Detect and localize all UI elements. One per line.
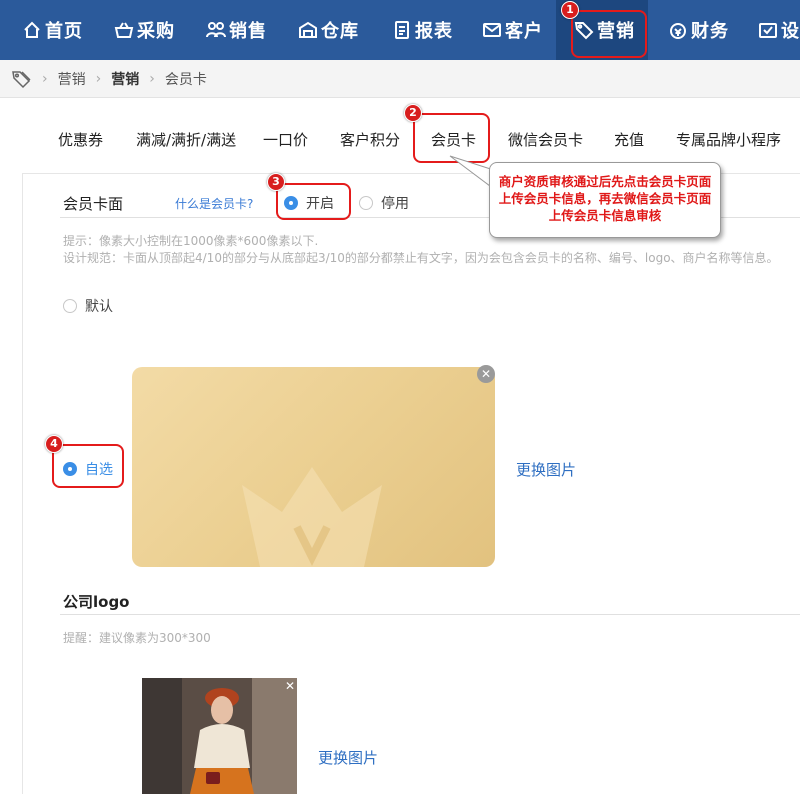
mail-icon bbox=[483, 23, 501, 37]
breadcrumb-item-member-card: 会员卡 bbox=[164, 71, 207, 88]
tab-customer-points[interactable]: 客户积分 bbox=[340, 120, 400, 160]
instruction-callout: 商户资质审核通过后先点击会员卡页面上传会员卡信息，再去微信会员卡页面上传会员卡信… bbox=[489, 162, 721, 238]
basket-icon bbox=[114, 22, 134, 38]
member-card-preview bbox=[132, 367, 495, 567]
tab-full-discount[interactable]: 满减/满折/满送 bbox=[136, 120, 236, 160]
report-icon bbox=[395, 21, 409, 39]
card-face-title: 会员卡面 bbox=[63, 195, 124, 213]
settings-icon bbox=[759, 23, 777, 38]
annotation-box-custom bbox=[52, 444, 124, 488]
tab-mini-program[interactable]: 专属品牌小程序 bbox=[676, 120, 781, 160]
change-card-image-link[interactable]: 更换图片 bbox=[516, 459, 576, 480]
chevron-right-icon: › bbox=[42, 70, 48, 87]
annotation-box-marketing bbox=[571, 10, 647, 58]
breadcrumb-item-marketing-current[interactable]: 营销 bbox=[111, 69, 139, 89]
warehouse-icon bbox=[299, 21, 317, 38]
logo-hint: 提醒：建议像素为300*300 bbox=[63, 631, 211, 645]
chevron-right-icon: › bbox=[149, 70, 155, 87]
home-icon bbox=[24, 21, 40, 38]
crown-watermark-icon bbox=[242, 467, 382, 567]
tab-coupon[interactable]: 优惠券 bbox=[58, 120, 103, 160]
remove-logo-icon[interactable]: ✕ bbox=[281, 677, 299, 695]
nav-home[interactable]: 首页 bbox=[22, 0, 83, 60]
nav-warehouse[interactable]: 仓库 bbox=[298, 0, 359, 60]
nav-purchase[interactable]: 采购 bbox=[114, 0, 175, 60]
what-is-member-card-link[interactable]: 什么是会员卡? bbox=[175, 195, 253, 212]
breadcrumb: › 营销 › 营销 › 会员卡 bbox=[0, 60, 800, 98]
nav-customer[interactable]: 客户 bbox=[482, 0, 543, 60]
tag-icon bbox=[12, 70, 31, 88]
top-nav: 首页 采购 销售 仓库 报表 客户 营销 财务 设 bbox=[0, 0, 800, 60]
people-icon bbox=[206, 22, 226, 38]
change-logo-link[interactable]: 更换图片 bbox=[318, 747, 378, 768]
annotation-badge: 4 bbox=[45, 435, 63, 453]
disable-radio[interactable]: 停用 bbox=[359, 193, 409, 213]
divider bbox=[60, 614, 800, 615]
portrait-photo bbox=[142, 678, 297, 794]
annotation-badge: 1 bbox=[561, 1, 579, 19]
nav-finance[interactable]: 财务 bbox=[668, 0, 729, 60]
annotation-badge: 3 bbox=[267, 173, 285, 191]
hint-size: 提示：像素大小控制在1000像素*600像素以下. bbox=[63, 234, 319, 248]
annotation-badge: 2 bbox=[404, 104, 422, 122]
default-face-radio[interactable]: 默认 bbox=[63, 296, 113, 316]
annotation-box-enable bbox=[276, 183, 351, 220]
tab-fixed-price[interactable]: 一口价 bbox=[263, 120, 308, 160]
nav-settings[interactable]: 设 bbox=[758, 0, 800, 60]
tab-wechat-member-card[interactable]: 微信会员卡 bbox=[508, 120, 583, 160]
coin-icon bbox=[670, 23, 686, 39]
radio-unchecked-icon bbox=[63, 299, 77, 313]
marketing-tabs: 优惠券 满减/满折/满送 一口价 客户积分 会员卡 微信会员卡 充值 专属品牌小… bbox=[0, 120, 800, 160]
hint-design: 设计规范：卡面从顶部起4/10的部分与从底部起3/10的部分都禁止有文字，因为会… bbox=[63, 251, 779, 265]
tab-recharge[interactable]: 充值 bbox=[614, 120, 644, 160]
company-logo-image bbox=[142, 678, 297, 794]
company-logo-title: 公司logo bbox=[63, 593, 130, 611]
chevron-right-icon: › bbox=[95, 70, 102, 87]
radio-unchecked-icon bbox=[359, 196, 373, 210]
nav-sales[interactable]: 销售 bbox=[206, 0, 267, 60]
remove-card-image-icon[interactable]: ✕ bbox=[477, 365, 495, 383]
nav-report[interactable]: 报表 bbox=[392, 0, 453, 60]
breadcrumb-item-marketing[interactable]: 营销 bbox=[58, 69, 86, 89]
